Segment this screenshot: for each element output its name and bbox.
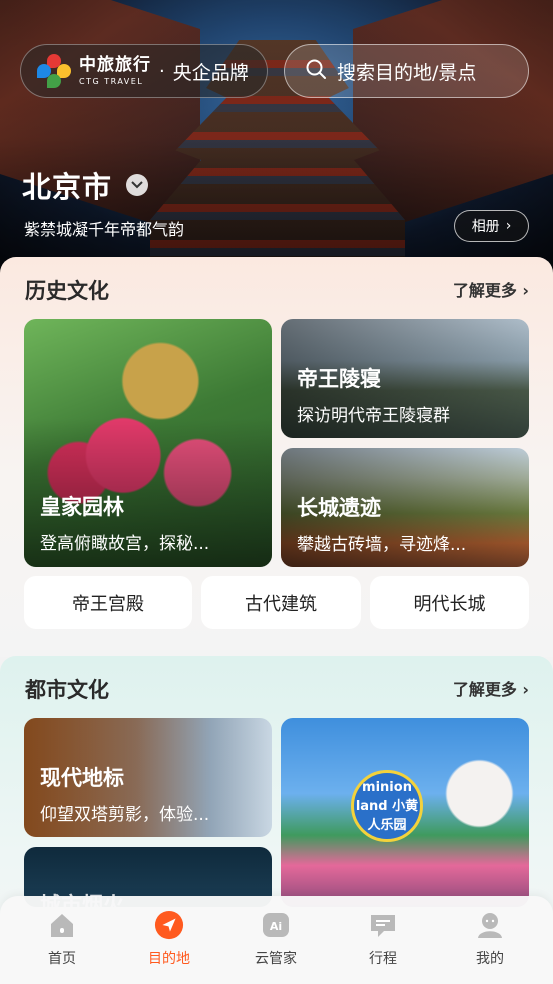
svg-text:Ai: Ai	[270, 920, 282, 933]
card-subtitle: 攀越古砖墙，寻迹烽...	[297, 535, 467, 555]
tab-label: 首页	[48, 951, 76, 967]
brand-separator: ·	[159, 60, 165, 82]
section-title: 都市文化	[25, 678, 109, 702]
tab-cloud-butler[interactable]: Ai 云管家	[231, 910, 321, 968]
card-title: 现代地标	[40, 766, 124, 790]
city-name: 北京市	[22, 170, 113, 204]
chevron-right-icon: ›	[522, 281, 529, 300]
search-input[interactable]: 搜索目的地/景点	[284, 44, 529, 98]
card-modern-landmarks[interactable]: 现代地标 仰望双塔剪影，体验...	[24, 718, 272, 837]
minion-land-sign: minion land 小黄人乐园	[351, 770, 423, 842]
tab-label: 目的地	[148, 951, 190, 967]
chevron-down-icon[interactable]	[126, 174, 149, 196]
tag-imperial-palace[interactable]: 帝王宫殿	[24, 576, 192, 629]
section-title: 历史文化	[25, 279, 109, 303]
card-title: 帝王陵寝	[297, 367, 381, 391]
card-title: 长城遗迹	[297, 496, 381, 520]
tag-ancient-architecture[interactable]: 古代建筑	[201, 576, 361, 629]
ai-assistant-icon: Ai	[261, 910, 291, 940]
home-icon	[47, 910, 77, 940]
navigation-arrow-icon	[154, 910, 184, 940]
city-subtitle: 紫禁城凝千年帝都气韵	[24, 220, 185, 239]
bottom-tab-bar: 首页 目的地 Ai 云管家 行程 我的	[0, 896, 553, 984]
album-button[interactable]: 相册 ›	[454, 210, 529, 242]
tab-profile[interactable]: 我的	[445, 910, 535, 968]
learn-more-link[interactable]: 了解更多 ›	[453, 277, 529, 301]
city-selector[interactable]: 北京市	[22, 164, 149, 206]
card-subtitle: 登高俯瞰故宫，探秘...	[40, 534, 210, 554]
chevron-right-icon: ›	[505, 218, 512, 234]
card-subtitle: 探访明代帝王陵寝群	[297, 406, 450, 426]
learn-more-link[interactable]: 了解更多 ›	[453, 676, 529, 700]
search-icon	[305, 58, 327, 84]
card-subtitle: 仰望双塔剪影，体验...	[40, 805, 210, 825]
brand-tagline: 央企品牌	[172, 61, 249, 84]
brand-name-cn: 中旅旅行	[79, 54, 151, 75]
chevron-right-icon: ›	[522, 680, 529, 699]
brand-name-en: CTG TRAVEL	[79, 76, 144, 86]
itinerary-chat-icon	[368, 910, 398, 940]
tab-label: 云管家	[255, 951, 297, 967]
tab-label: 我的	[476, 951, 504, 967]
card-royal-garden[interactable]: 皇家园林 登高俯瞰故宫，探秘...	[24, 319, 272, 567]
search-placeholder: 搜索目的地/景点	[337, 61, 477, 84]
card-theme-park[interactable]: minion land 小黄人乐园	[281, 718, 529, 907]
tab-home[interactable]: 首页	[17, 910, 107, 968]
profile-icon	[475, 910, 505, 940]
tag-ming-great-wall[interactable]: 明代长城	[370, 576, 529, 629]
card-title: 皇家园林	[40, 495, 124, 519]
tab-label: 行程	[369, 951, 397, 967]
tab-itinerary[interactable]: 行程	[338, 910, 428, 968]
album-label: 相册	[471, 219, 500, 235]
ctg-logo-icon	[37, 54, 71, 88]
tab-destination[interactable]: 目的地	[124, 910, 214, 968]
card-great-wall[interactable]: 长城遗迹 攀越古砖墙，寻迹烽...	[281, 448, 529, 567]
brand-badge[interactable]: 中旅旅行 CTG TRAVEL · 央企品牌	[20, 44, 268, 98]
card-imperial-tombs[interactable]: 帝王陵寝 探访明代帝王陵寝群	[281, 319, 529, 438]
